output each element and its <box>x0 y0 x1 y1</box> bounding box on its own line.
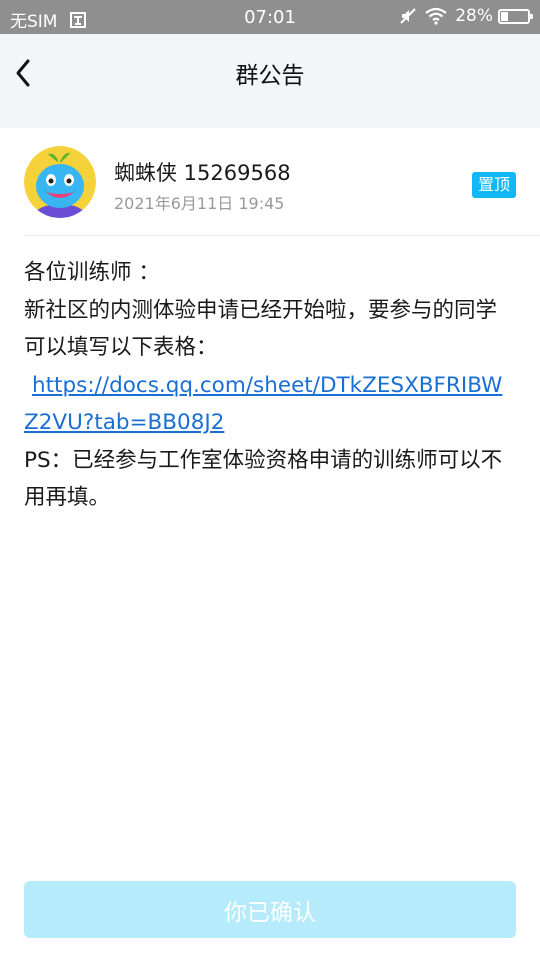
post-timestamp: 2021年6月11日 19:45 <box>114 194 285 213</box>
announcement-line: 新社区的内测体验申请已经开始啦，要参与的同学可以填写以下表格： <box>24 297 498 361</box>
battery-percentage: 28% <box>455 6 493 26</box>
pinned-badge: 置顶 <box>471 172 516 198</box>
divider <box>24 235 540 236</box>
status-bar: 无SIM 07:01 28% <box>0 0 540 34</box>
battery-fill <box>501 11 509 21</box>
mute-icon <box>400 8 416 24</box>
announcement-closing: PS：已经参与工作室体验资格申请的训练师可以不用再填。 <box>24 447 503 511</box>
battery-icon <box>498 8 533 24</box>
avatar-image <box>24 146 96 218</box>
post-header: 蜘蛛侠 15269568 2021年6月11日 19:45 置顶 <box>0 128 540 236</box>
author-name: 蜘蛛侠 15269568 <box>114 161 291 185</box>
page-title: 群公告 <box>235 63 305 89</box>
nav-header: 群公告 <box>0 34 540 128</box>
avatar[interactable] <box>24 146 96 218</box>
status-right: 28% <box>391 6 533 26</box>
announcement-body: 各位训练师 ： 新社区的内测体验申请已经开始啦，要参与的同学可以填写以下表格： … <box>24 254 510 517</box>
announcement-line: 各位训练师 ： <box>24 260 160 285</box>
wifi-icon <box>425 7 447 25</box>
announcement-link-line: https://docs.qq.com/sheet/DTkZESXBFRIBWZ… <box>24 367 510 442</box>
form-link[interactable]: https://docs.qq.com/sheet/DTkZESXBFRIBWZ… <box>24 373 502 436</box>
confirm-button[interactable]: 你已确认 <box>24 881 516 938</box>
